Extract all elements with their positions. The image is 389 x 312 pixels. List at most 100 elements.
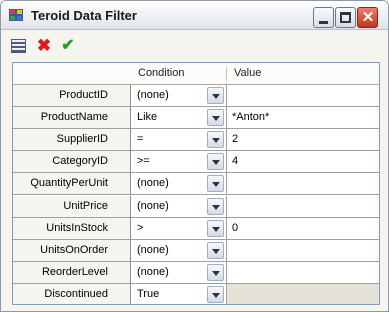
value-input[interactable]: 2 (227, 129, 379, 151)
field-name-cell: Discontinued (13, 284, 131, 304)
value-input[interactable]: 4 (227, 151, 379, 173)
window-title: Teroid Data Filter (31, 8, 137, 23)
header-value[interactable]: Value (227, 63, 379, 85)
chevron-down-icon (212, 182, 220, 187)
condition-select[interactable]: True (131, 284, 227, 304)
field-name-cell: CategoryID (13, 151, 131, 173)
value-input[interactable] (227, 173, 379, 195)
table-row: Discontinued True (13, 284, 379, 304)
condition-select[interactable]: > (131, 218, 227, 240)
condition-dropdown-button[interactable] (207, 242, 224, 259)
value-input[interactable] (227, 240, 379, 262)
condition-value: = (137, 133, 144, 145)
table-row: UnitsInStock >0 (13, 218, 379, 240)
field-name: Discontinued (44, 288, 108, 300)
minimize-button[interactable] (313, 7, 334, 28)
condition-dropdown-button[interactable] (207, 153, 224, 170)
condition-value: (none) (137, 244, 169, 256)
close-button[interactable]: ✕ (357, 7, 378, 28)
chevron-down-icon (212, 249, 220, 254)
condition-select[interactable]: = (131, 129, 227, 151)
table-row: UnitPrice (none) (13, 196, 379, 218)
header-value-label: Value (234, 67, 262, 79)
chevron-down-icon (212, 160, 220, 165)
close-icon: ✕ (361, 9, 375, 26)
header-condition[interactable]: Condition (131, 63, 227, 85)
value-text: 2 (232, 133, 239, 145)
condition-value: (none) (137, 177, 169, 189)
condition-dropdown-button[interactable] (207, 109, 224, 126)
field-name: SupplierID (56, 133, 108, 145)
condition-dropdown-button[interactable] (207, 198, 224, 215)
chevron-down-icon (212, 138, 220, 143)
table-row: UnitsOnOrder (none) (13, 240, 379, 262)
chevron-down-icon (212, 94, 220, 99)
chevron-down-icon (212, 205, 220, 210)
value-input[interactable] (227, 196, 379, 218)
condition-value: (none) (137, 266, 169, 278)
field-name: UnitPrice (63, 200, 108, 212)
value-text: 0 (232, 222, 239, 234)
minimize-icon (319, 21, 328, 24)
field-name-cell: ReorderLevel (13, 262, 131, 284)
value-input[interactable] (227, 85, 379, 107)
field-name-cell: QuantityPerUnit (13, 173, 131, 195)
condition-value: (none) (137, 200, 169, 212)
value-input[interactable] (227, 262, 379, 284)
condition-select[interactable]: >= (131, 151, 227, 173)
value-text: *Anton* (232, 111, 270, 123)
field-name: CategoryID (52, 155, 108, 167)
condition-select[interactable]: (none) (131, 240, 227, 262)
field-name: ProductID (59, 89, 108, 101)
condition-dropdown-button[interactable] (207, 220, 224, 237)
value-text: 4 (232, 155, 239, 167)
header-corner (13, 63, 131, 85)
field-name: QuantityPerUnit (30, 177, 108, 189)
table-row: CategoryID >= 4 (13, 151, 379, 173)
field-name-cell: UnitPrice (13, 196, 131, 218)
value-input[interactable]: *Anton* (227, 107, 379, 129)
chevron-down-icon (212, 116, 220, 121)
field-name: UnitsInStock (46, 222, 108, 234)
table-row: SupplierID = 2 (13, 129, 379, 151)
maximize-icon (340, 12, 351, 23)
condition-select[interactable]: (none) (131, 196, 227, 218)
condition-value: (none) (137, 89, 169, 101)
condition-dropdown-button[interactable] (207, 87, 224, 104)
condition-dropdown-button[interactable] (207, 264, 224, 281)
condition-value: > (137, 222, 144, 234)
field-name: ProductName (40, 111, 108, 123)
condition-dropdown-button[interactable] (207, 131, 224, 148)
delete-icon[interactable]: ✖ (36, 37, 52, 54)
condition-select[interactable]: (none) (131, 85, 227, 107)
condition-value: Like (137, 111, 158, 123)
condition-select[interactable]: (none) (131, 173, 227, 195)
title-bar[interactable]: Teroid Data Filter ✕ (1, 1, 388, 30)
app-icon (9, 9, 25, 23)
field-name-cell: UnitsOnOrder (13, 240, 131, 262)
list-icon[interactable] (11, 38, 27, 54)
field-name-cell: ProductName (13, 107, 131, 129)
maximize-button[interactable] (335, 7, 356, 28)
accept-icon[interactable]: ✔ (60, 38, 76, 54)
condition-dropdown-button[interactable] (207, 175, 224, 192)
condition-select[interactable]: (none) (131, 262, 227, 284)
table-row: ProductName Like *Anton* (13, 107, 379, 129)
condition-dropdown-button[interactable] (207, 286, 224, 303)
field-name-cell: UnitsInStock (13, 218, 131, 240)
value-input (227, 284, 379, 304)
grid-header: Condition Value (13, 63, 379, 85)
table-row: ProductID (none) (13, 85, 379, 107)
table-row: QuantityPerUnit (none) (13, 173, 379, 195)
value-input[interactable]: 0 (227, 218, 379, 240)
field-name-cell: ProductID (13, 85, 131, 107)
toolbar: ✖ ✔ (1, 31, 388, 59)
field-name: UnitsOnOrder (40, 244, 108, 256)
condition-select[interactable]: Like (131, 107, 227, 129)
condition-value: >= (137, 155, 150, 167)
condition-value: True (137, 288, 160, 300)
filter-grid: Condition Value ProductID (none) ProductNa… (12, 62, 380, 305)
chevron-down-icon (212, 227, 220, 232)
table-row: ReorderLevel (none) (13, 262, 379, 284)
field-name: ReorderLevel (41, 266, 108, 278)
